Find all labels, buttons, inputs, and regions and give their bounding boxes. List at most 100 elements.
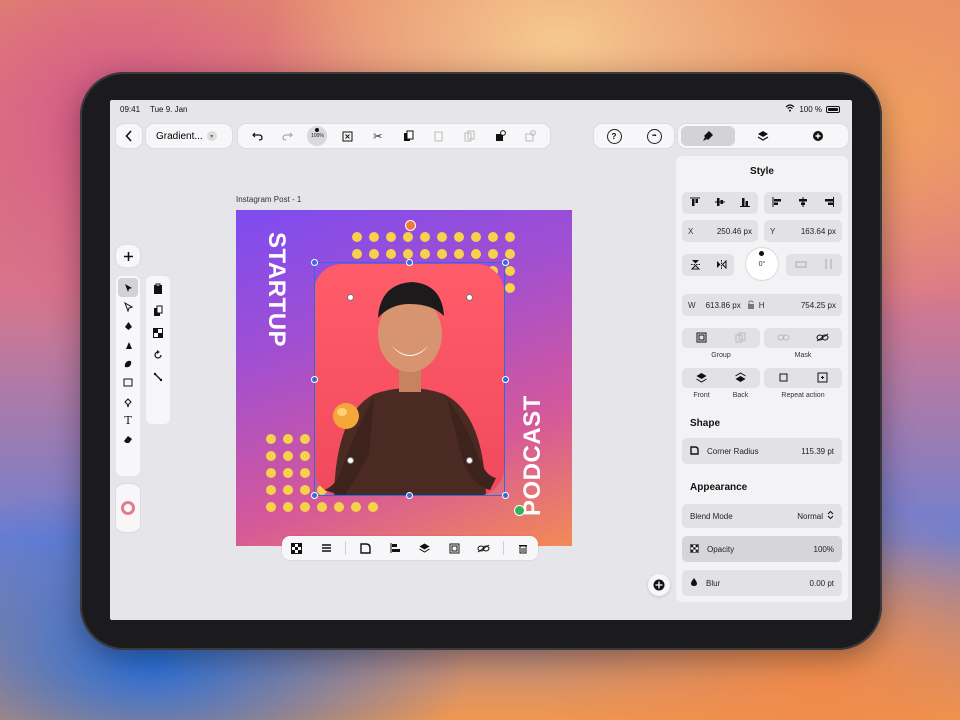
direct-select-tool-icon[interactable] bbox=[118, 297, 138, 316]
lock-ratio-icon[interactable] bbox=[747, 299, 755, 311]
distribute-vertical-icon[interactable] bbox=[824, 258, 833, 272]
resize-handle-r[interactable] bbox=[502, 376, 509, 383]
opacity-value: 100% bbox=[813, 544, 834, 554]
lock-icon[interactable] bbox=[489, 126, 511, 146]
align-right-icon[interactable] bbox=[824, 197, 834, 209]
toolbar-separator bbox=[502, 541, 504, 555]
resize-handle-b[interactable] bbox=[406, 492, 413, 499]
clipboard-icon[interactable] bbox=[148, 279, 168, 298]
corner-handle-br[interactable] bbox=[466, 457, 473, 464]
align-left-icon[interactable] bbox=[385, 539, 405, 557]
shape-section-title: Shape bbox=[690, 418, 721, 429]
pattern-icon[interactable] bbox=[148, 323, 168, 342]
add-button[interactable] bbox=[116, 245, 140, 267]
tab-style[interactable] bbox=[680, 126, 735, 146]
radius-handle[interactable] bbox=[514, 505, 525, 516]
corner-handle-tr[interactable] bbox=[466, 294, 473, 301]
duplicate-icon[interactable] bbox=[458, 126, 480, 146]
mask-icon[interactable] bbox=[473, 539, 493, 557]
align-top-icon[interactable] bbox=[689, 197, 700, 209]
unlock-icon[interactable] bbox=[520, 126, 542, 146]
bring-front-icon[interactable] bbox=[696, 372, 707, 385]
color-well[interactable] bbox=[116, 484, 140, 532]
tab-export[interactable] bbox=[791, 126, 845, 146]
distribute-icon[interactable] bbox=[316, 539, 336, 557]
group-icon[interactable] bbox=[696, 332, 707, 345]
opacity-slider[interactable]: Opacity 100% bbox=[682, 536, 842, 562]
more-icon[interactable]: ••• bbox=[646, 128, 662, 144]
resize-handle-tl[interactable] bbox=[311, 259, 318, 266]
startup-vertical-text[interactable]: STARTUP bbox=[262, 232, 290, 347]
resize-handle-l[interactable] bbox=[311, 376, 318, 383]
navigator-button[interactable] bbox=[648, 574, 670, 596]
resize-handle-t[interactable] bbox=[406, 259, 413, 266]
mask-icon[interactable] bbox=[777, 333, 790, 344]
copy-icon[interactable] bbox=[397, 126, 419, 146]
align-bottom-icon[interactable] bbox=[740, 197, 751, 209]
fill-tool-icon[interactable] bbox=[118, 392, 138, 411]
w-value[interactable]: 613.86 px bbox=[706, 301, 741, 310]
x-field[interactable]: X 250.46 px bbox=[682, 220, 758, 242]
artboard-instagram-post[interactable]: STARTUP PODCAST bbox=[236, 210, 572, 546]
arrange-icon[interactable] bbox=[415, 539, 435, 557]
line-tool-icon[interactable] bbox=[148, 367, 168, 386]
flip-vertical-icon[interactable] bbox=[690, 259, 701, 272]
move-icon bbox=[653, 579, 665, 591]
redo-icon[interactable] bbox=[277, 126, 299, 146]
group-icon[interactable] bbox=[444, 539, 464, 557]
distribute-horizontal-icon[interactable] bbox=[795, 260, 807, 271]
cut-icon[interactable]: ✂ bbox=[367, 126, 389, 146]
x-value: 250.46 px bbox=[716, 226, 752, 236]
brush-tool-icon[interactable] bbox=[118, 354, 138, 373]
align-center-icon[interactable] bbox=[798, 197, 808, 209]
corner-handle-tl[interactable] bbox=[347, 294, 354, 301]
h-value[interactable]: 754.25 px bbox=[801, 301, 836, 310]
document-name-button[interactable]: Gradient... ▾ bbox=[146, 124, 232, 148]
repeat-icon[interactable] bbox=[778, 372, 789, 385]
unmask-icon[interactable] bbox=[816, 333, 829, 344]
corner-radius-field[interactable]: Corner Radius 115.39 pt bbox=[682, 438, 842, 464]
rectangle-tool-icon[interactable] bbox=[118, 373, 138, 392]
help-icon[interactable]: ? bbox=[606, 128, 622, 144]
opacity-label: Opacity bbox=[707, 544, 735, 554]
person-illustration bbox=[324, 282, 496, 496]
eraser-tool-icon[interactable] bbox=[118, 430, 138, 449]
resize-handle-bl[interactable] bbox=[311, 492, 318, 499]
blend-mode-label: Blend Mode bbox=[690, 511, 733, 521]
send-back-icon[interactable] bbox=[735, 371, 746, 385]
pointer-tool-icon[interactable] bbox=[118, 278, 138, 297]
podcast-vertical-text[interactable]: PODCAST bbox=[519, 395, 547, 516]
resize-handle-tr[interactable] bbox=[502, 259, 509, 266]
y-field[interactable]: Y 163.64 px bbox=[764, 220, 842, 242]
trash-icon[interactable] bbox=[513, 539, 533, 557]
paste-icon[interactable] bbox=[428, 126, 450, 146]
corner-radius-icon[interactable] bbox=[356, 539, 376, 557]
resize-handle-br[interactable] bbox=[502, 492, 509, 499]
zoom-indicator[interactable]: 100% bbox=[307, 126, 328, 146]
repeat-step-icon[interactable] bbox=[817, 372, 828, 385]
blur-slider[interactable]: Blur 0.00 pt bbox=[682, 570, 842, 596]
ungroup-icon[interactable] bbox=[735, 332, 746, 345]
align-left-icon[interactable] bbox=[772, 197, 782, 209]
corner-handle-bl[interactable] bbox=[347, 457, 354, 464]
group-buttons bbox=[682, 328, 760, 348]
checker-icon[interactable] bbox=[287, 539, 307, 557]
page-copy-icon[interactable] bbox=[148, 301, 168, 320]
rotate-icon[interactable] bbox=[148, 345, 168, 364]
blend-mode-select[interactable]: Blend Mode Normal bbox=[682, 504, 842, 528]
path-tool-icon[interactable] bbox=[118, 335, 138, 354]
tab-layers[interactable] bbox=[736, 126, 790, 146]
rotation-dial[interactable]: 0° bbox=[746, 248, 778, 280]
wifi-icon bbox=[785, 104, 795, 114]
select-frame-icon[interactable] bbox=[336, 126, 358, 146]
text-tool-icon[interactable]: T bbox=[118, 411, 138, 430]
selected-photo[interactable] bbox=[314, 264, 504, 496]
align-middle-icon[interactable] bbox=[714, 197, 725, 209]
ipad-frame: 09:41 Tue 9. Jan 100 % Gradient... ▾ 100… bbox=[80, 72, 882, 650]
app-screen: 09:41 Tue 9. Jan 100 % Gradient... ▾ 100… bbox=[110, 100, 852, 620]
flip-horizontal-icon[interactable] bbox=[716, 259, 727, 272]
pen-tool-icon[interactable] bbox=[118, 316, 138, 335]
back-button[interactable] bbox=[116, 124, 142, 148]
rotation-handle[interactable] bbox=[405, 220, 416, 231]
undo-icon[interactable] bbox=[246, 126, 268, 146]
